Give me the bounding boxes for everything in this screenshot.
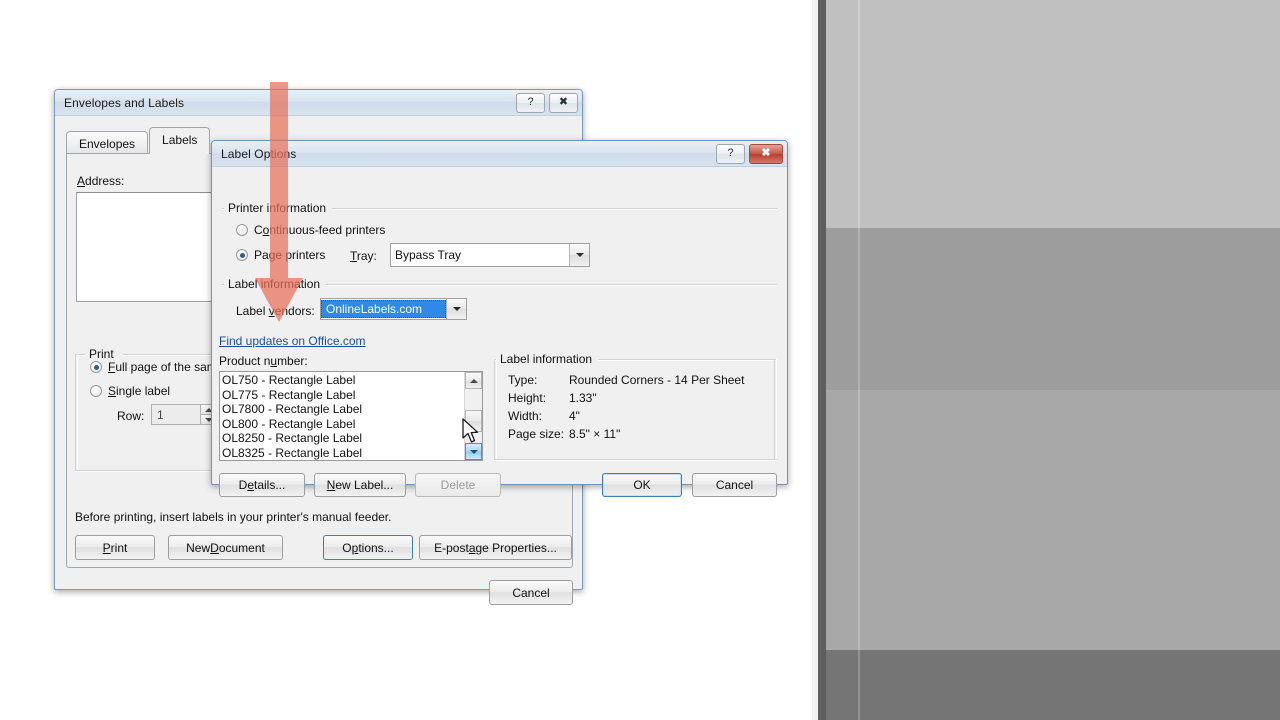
row-stepper[interactable]: 1 bbox=[151, 404, 217, 425]
e-postage-properties-button[interactable]: E-post a ge Properties... bbox=[419, 535, 572, 560]
new-document-button[interactable]: New Document bbox=[168, 535, 283, 560]
close-icon[interactable]: ✖ bbox=[549, 92, 578, 113]
label-vendors-value: OnlineLabels.com bbox=[321, 300, 446, 318]
label-info-value: 1.33" bbox=[569, 391, 597, 405]
label-info-key: Page size: bbox=[508, 427, 565, 441]
tabstrip: Envelopes Labels bbox=[66, 127, 211, 156]
print-group-caption: Print bbox=[85, 347, 118, 361]
new-label-button[interactable]: New Label... bbox=[314, 473, 406, 497]
tab-labels[interactable]: Labels bbox=[149, 127, 211, 154]
product-number-items: OL750 - Rectangle Label OL775 - Rectangle… bbox=[222, 373, 463, 460]
options-button[interactable]: Op tions... bbox=[323, 535, 413, 560]
product-number-caption: Product number: bbox=[219, 354, 308, 368]
envelopes-titlebar[interactable]: Envelopes and Labels ? ✖ bbox=[55, 90, 582, 116]
product-number-listbox[interactable]: OL750 - Rectangle Label OL775 - Rectangle… bbox=[219, 371, 483, 461]
background-band-3 bbox=[826, 390, 1280, 650]
list-item[interactable]: OL800 - Rectangle Label bbox=[222, 417, 463, 432]
details-button[interactable]: De tails... bbox=[219, 473, 305, 497]
mouse-cursor-icon bbox=[462, 418, 479, 443]
list-item[interactable]: OL750 - Rectangle Label bbox=[222, 373, 463, 388]
label-info-value: 4" bbox=[569, 409, 580, 423]
listbox-scrollbar[interactable] bbox=[464, 372, 482, 460]
help-icon[interactable]: ? bbox=[516, 92, 545, 113]
radio-single-label[interactable]: Single label bbox=[90, 385, 170, 398]
label-info-key: Height: bbox=[508, 391, 547, 405]
row-value: 1 bbox=[151, 404, 200, 425]
screen: Envelopes and Labels ? ✖ Envelopes Label… bbox=[0, 0, 1280, 720]
row-label: Row: bbox=[117, 409, 145, 423]
list-item[interactable]: OL775 - Rectangle Label bbox=[222, 388, 463, 403]
chevron-down-icon[interactable] bbox=[446, 299, 466, 319]
label-info-panel-caption: Label information bbox=[496, 352, 597, 366]
scroll-down-icon[interactable] bbox=[465, 443, 482, 460]
tray-label: Tray: bbox=[350, 249, 377, 263]
tray-value: Bypass Tray bbox=[395, 248, 462, 262]
find-updates-link[interactable]: Find updates on Office.com bbox=[219, 334, 366, 348]
help-icon[interactable]: ? bbox=[716, 143, 745, 164]
scroll-up-icon[interactable] bbox=[465, 372, 482, 389]
label-vendors-select[interactable]: OnlineLabels.com bbox=[320, 298, 467, 320]
tray-select[interactable]: Bypass Tray bbox=[390, 243, 590, 267]
list-item[interactable]: OL8250 - Rectangle Label bbox=[222, 431, 463, 446]
background-band-4 bbox=[826, 650, 1280, 720]
label-info-key: Width: bbox=[508, 409, 543, 423]
address-label: Address: bbox=[77, 174, 125, 188]
label-info-value: Rounded Corners - 14 Per Sheet bbox=[569, 373, 745, 387]
close-icon[interactable]: ✖ bbox=[749, 143, 783, 164]
list-item[interactable]: OL7800 - Rectangle Label bbox=[222, 402, 463, 417]
background-band-1 bbox=[826, 0, 1280, 228]
annotation-arrow-icon bbox=[255, 82, 303, 322]
print-button[interactable]: Print bbox=[75, 535, 155, 560]
background-band-2 bbox=[826, 228, 1280, 390]
label-info-key: Type: bbox=[508, 373, 538, 387]
background-band-seam bbox=[858, 0, 860, 720]
envelopes-cancel-button[interactable]: Cancel bbox=[489, 580, 573, 605]
background-edge-dark bbox=[818, 0, 826, 720]
chevron-down-icon[interactable] bbox=[569, 244, 589, 266]
list-item[interactable]: OL8325 - Rectangle Label bbox=[222, 446, 463, 461]
ok-button[interactable]: OK bbox=[602, 473, 682, 497]
cancel-button[interactable]: Cancel bbox=[692, 473, 777, 497]
delete-button: Delete bbox=[415, 473, 501, 497]
print-hint-text: Before printing, insert labels in your p… bbox=[75, 510, 392, 524]
label-info-panel-groupbox: Label information bbox=[494, 352, 777, 461]
label-info-value: 8.5" × 11" bbox=[569, 427, 621, 441]
